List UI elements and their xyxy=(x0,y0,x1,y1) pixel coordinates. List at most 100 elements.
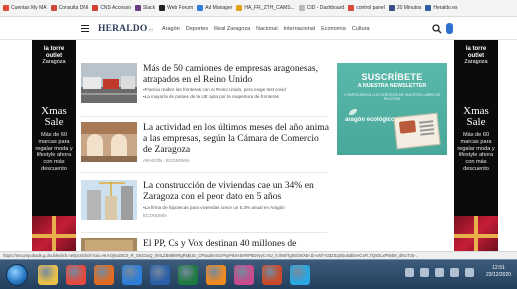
firefox-icon[interactable] xyxy=(94,265,114,285)
bookmark-label: Heraldo.es xyxy=(433,5,458,11)
bookmark-label: CID - Dashboard xyxy=(306,5,345,11)
bookmark-item[interactable]: HA_FR_ZTH_CAMS... xyxy=(236,5,295,11)
article-headline[interactable]: Más de 50 camiones de empresas aragonesa… xyxy=(143,63,329,85)
article-headline[interactable]: El PP, Cs y Vox destinan 40 millones de xyxy=(143,238,329,249)
article-thumbnail[interactable] xyxy=(81,122,137,162)
newsletter-line: Y PARTICIPA EN LOS SORTEOS DE NUESTRO LI… xyxy=(343,93,441,102)
vlc-icon[interactable] xyxy=(206,265,226,285)
logo-suffix: .es xyxy=(147,28,154,33)
article-section[interactable]: ARAGÓN · ECONOMÍA xyxy=(143,158,190,163)
leaf-icon xyxy=(349,109,357,115)
ad-body: Más de 60 marcas para regalar moda y lif… xyxy=(35,132,73,172)
article-related-links: La firma de hipotecas para viviendas cre… xyxy=(143,205,329,212)
hamburger-menu-icon[interactable] xyxy=(81,25,89,32)
site-header: HERALDO.es Aragón Deportes Real Zaragoza Na… xyxy=(0,18,517,40)
article-thumbnail[interactable] xyxy=(81,63,137,103)
logo-text: HERALDO xyxy=(98,24,148,34)
nav-link[interactable]: Nacional xyxy=(256,26,277,32)
article-section[interactable]: ECONOMÍA xyxy=(143,213,167,218)
excel-icon[interactable] xyxy=(178,265,198,285)
newsletter-brand: aragón ecológico xyxy=(345,117,395,123)
main-nav: Aragón Deportes Real Zaragoza Nacional Inter… xyxy=(162,26,370,32)
bookmark-item[interactable]: Consulta DNI xyxy=(50,5,89,11)
volume-icon[interactable] xyxy=(450,268,459,277)
left-side-ad[interactable]: la torre outlet Zaragoza Xmas Sale Más d… xyxy=(32,40,76,260)
tray-icon[interactable] xyxy=(465,268,474,277)
bookmark-favicon-icon xyxy=(3,5,9,11)
ad-brand: la torre outlet Zaragoza xyxy=(32,46,76,66)
right-side-ad[interactable]: la torre outlet Zaragoza Xmas Sale Más d… xyxy=(454,40,498,260)
bookmark-item[interactable]: CID - Dashboard xyxy=(298,5,345,11)
site-logo[interactable]: HERALDO.es xyxy=(98,24,153,34)
skype-icon[interactable] xyxy=(290,265,310,285)
article-headline[interactable]: La actividad en los últimos meses del añ… xyxy=(143,122,329,155)
nav-link[interactable]: Internacional xyxy=(284,26,316,32)
article-headline[interactable]: La construcción de viviendas cae un 34% … xyxy=(143,180,329,202)
bookmark-label: control panel xyxy=(356,5,385,11)
bookmark-favicon-icon xyxy=(159,5,166,11)
bookmark-favicon-icon xyxy=(134,5,141,11)
bookmark-favicon-icon xyxy=(236,5,243,11)
recipe-book-image xyxy=(393,112,441,150)
ad-headline: Xmas Sale xyxy=(41,105,67,128)
clock-time: 12:51 xyxy=(492,265,505,271)
bookmark-label: Consulta DNI xyxy=(58,5,89,11)
newsletter-subtitle: A NUESTRA NEWSLETTER xyxy=(357,83,427,89)
explorer-icon[interactable] xyxy=(38,265,58,285)
newsletter-ad[interactable]: SUSCRÍBETE A NUESTRA NEWSLETTER Y PARTIC… xyxy=(337,63,447,155)
bookmark-label: CNS Accesso xyxy=(100,5,131,11)
divider xyxy=(81,116,327,117)
related-link[interactable]: La firma de hipotecas para viviendas cre… xyxy=(143,205,329,212)
related-link[interactable]: La mayoría de países de la UE opta por l… xyxy=(143,94,329,101)
divider xyxy=(81,232,327,233)
bookmark-item[interactable]: control panel xyxy=(348,5,385,11)
bookmark-favicon-icon xyxy=(425,5,432,11)
bookmark-item[interactable]: 20 Minutos xyxy=(388,5,422,11)
nav-link[interactable]: Aragón xyxy=(162,26,180,32)
article-thumbnail[interactable] xyxy=(81,180,137,220)
clock-date: 23/12/2020 xyxy=(486,272,512,278)
clock[interactable]: 12:51 23/12/2020 xyxy=(486,265,511,279)
tray-icon[interactable] xyxy=(420,268,429,277)
ad-headline: Xmas Sale xyxy=(463,105,489,128)
nav-link[interactable]: Real Zaragoza xyxy=(214,26,250,32)
browser-status-url: https://securepubads.g.doubleclick.net/p… xyxy=(0,251,517,259)
system-tray xyxy=(405,268,474,277)
bookmark-favicon-icon xyxy=(50,5,57,11)
bookmark-item[interactable]: Slack xyxy=(134,5,155,11)
bookmark-label: Ad Manager xyxy=(205,5,233,11)
bookmark-item[interactable]: Web Forum xyxy=(159,5,193,11)
bookmark-favicon-icon xyxy=(197,5,204,11)
bookmark-label: Web Forum xyxy=(167,5,194,11)
bookmarks-bar: Cuentas My MA Consulta DNI CNS Accesso Slac… xyxy=(0,0,517,17)
ad-city: Zaragoza xyxy=(42,59,66,65)
media-player-icon[interactable] xyxy=(122,265,142,285)
bookmark-label: Cuentas My MA xyxy=(11,5,47,11)
nav-link[interactable]: Cultura xyxy=(352,26,370,32)
network-icon[interactable] xyxy=(435,268,444,277)
bookmark-item[interactable]: Heraldo.es xyxy=(425,5,458,11)
powerpoint-icon[interactable] xyxy=(262,265,282,285)
bookmark-favicon-icon xyxy=(388,5,395,11)
bookmark-label: 20 Minutos xyxy=(396,5,422,11)
nav-link[interactable]: Economía xyxy=(321,26,346,32)
article-related-links: Francia reabre las fronteras con el Rein… xyxy=(143,87,329,100)
word-icon[interactable] xyxy=(150,265,170,285)
ad-city: Zaragoza xyxy=(464,59,488,65)
article-thumbnail[interactable] xyxy=(81,238,137,251)
bookmark-item[interactable]: Ad Manager xyxy=(197,5,232,11)
start-button[interactable] xyxy=(6,264,28,286)
paint-icon[interactable] xyxy=(234,265,254,285)
search-icon[interactable] xyxy=(432,24,442,34)
nav-link[interactable]: Deportes xyxy=(186,26,208,32)
bookmark-item[interactable]: Cuentas My MA xyxy=(3,5,47,11)
newsletter-title: SUSCRÍBETE xyxy=(361,72,423,82)
bookmark-favicon-icon xyxy=(298,5,305,11)
tray-icon[interactable] xyxy=(405,268,414,277)
bookmark-label: HA_FR_ZTH_CAMS... xyxy=(244,5,295,11)
user-icon[interactable] xyxy=(446,23,453,34)
chrome-icon[interactable] xyxy=(66,265,86,285)
bookmark-item[interactable]: CNS Accesso xyxy=(92,5,131,11)
ad-brand: la torre outlet Zaragoza xyxy=(454,46,498,66)
ad-body: Más de 60 marcas para regalar moda y lif… xyxy=(457,132,495,172)
